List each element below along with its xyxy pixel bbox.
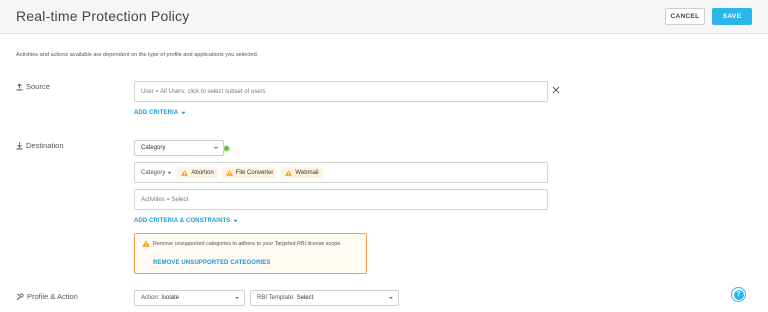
close-icon[interactable]	[552, 86, 560, 94]
category-prefix: Category	[141, 169, 166, 176]
warning-triangle-icon	[142, 240, 150, 247]
category-chip-label: File Converter	[235, 169, 274, 176]
action-value: Isolate	[161, 295, 180, 301]
activities-field[interactable]: Activities = Select	[134, 189, 548, 210]
source-label: Source	[26, 82, 50, 91]
source-users-field[interactable]: User = All Users: click to select subset…	[134, 81, 548, 102]
user-upload-icon	[16, 82, 23, 90]
warning-message: Remove unsupported categories to adhere …	[153, 241, 342, 247]
category-chip[interactable]: Abortion	[177, 167, 218, 178]
info-text: Activities and actions available are dep…	[16, 52, 259, 58]
destination-icon	[16, 142, 23, 149]
chevron-down-icon	[167, 171, 172, 174]
destination-label: Destination	[26, 141, 64, 150]
tools-icon	[16, 292, 24, 300]
category-chip-label: Abortion	[191, 169, 214, 176]
status-indicator-icon	[224, 146, 229, 151]
cancel-button[interactable]: CANCEL	[665, 8, 705, 25]
warning-triangle-icon	[285, 169, 293, 176]
remove-unsupported-categories-link[interactable]: REMOVE UNSUPPORTED CATEGORIES	[153, 260, 270, 266]
caret-down-icon	[181, 111, 186, 115]
page-header: Real-time Protection Policy CANCEL SAVE	[0, 0, 768, 34]
profile-action-section-label: Profile & Action	[16, 292, 78, 301]
help-icon: ?	[733, 289, 744, 300]
destination-type-value: Category	[141, 145, 166, 151]
action-prefix: Action:	[141, 295, 160, 301]
source-users-text: User = All Users: click to select subset…	[141, 88, 266, 95]
add-criteria-label: ADD CRITERIA	[134, 110, 179, 116]
destination-section-label: Destination	[16, 141, 64, 150]
source-section-label: Source	[16, 82, 50, 91]
chevron-down-icon	[214, 147, 218, 149]
caret-down-icon	[233, 219, 238, 223]
save-button[interactable]: SAVE	[712, 8, 752, 25]
help-button[interactable]: ?	[731, 287, 746, 302]
add-criteria-constraints-link[interactable]: ADD CRITERIA & CONSTRAINTS	[134, 218, 238, 224]
destination-type-select[interactable]: Category	[134, 140, 224, 156]
warning-triangle-icon	[225, 169, 233, 176]
chevron-down-icon	[235, 297, 239, 299]
activities-text: Activities = Select	[141, 196, 189, 203]
warning-triangle-icon	[181, 169, 189, 176]
action-select[interactable]: Action: Isolate	[134, 290, 245, 306]
category-chip[interactable]: File Converter	[221, 167, 278, 178]
add-criteria-link[interactable]: ADD CRITERIA	[134, 110, 186, 116]
category-chip[interactable]: Webmail	[281, 167, 323, 178]
add-criteria-constraints-label: ADD CRITERIA & CONSTRAINTS	[134, 218, 231, 224]
profile-action-label: Profile & Action	[27, 292, 78, 301]
category-chip-label: Webmail	[295, 169, 319, 176]
rbi-template-select[interactable]: RBI Template: Select	[250, 290, 399, 306]
warning-banner: Remove unsupported categories to adhere …	[134, 233, 367, 274]
chevron-down-icon	[389, 297, 393, 299]
category-field[interactable]: Category Abortion File Converter Webmail	[134, 162, 548, 183]
rbi-template-prefix: RBI Template:	[257, 295, 295, 301]
rbi-template-value: Select	[296, 295, 314, 301]
page-title: Real-time Protection Policy	[16, 8, 190, 24]
